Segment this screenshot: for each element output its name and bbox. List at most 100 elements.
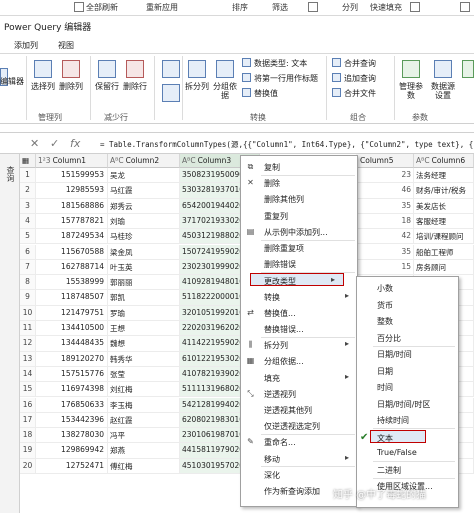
type-option[interactable]: 持续时间 — [357, 413, 458, 426]
merge-files-button[interactable]: 合并文件 — [344, 88, 376, 99]
cell-column2[interactable]: 叶玉英 — [108, 259, 180, 276]
cell-column2[interactable]: 李玉梅 — [108, 397, 180, 413]
cell-column1[interactable]: 134410500 — [36, 321, 108, 337]
cell-column5[interactable]: 18 — [356, 213, 414, 230]
cell-column2[interactable]: 马红霞 — [108, 183, 180, 199]
context-menu-item[interactable]: 仅逆透视选定列 — [241, 419, 357, 432]
row-number[interactable]: 1 — [20, 168, 36, 184]
type-option[interactable]: 整数 — [357, 314, 458, 327]
cell-column1[interactable]: 189120270 — [36, 351, 108, 367]
cell-column5[interactable]: 42 — [356, 229, 414, 245]
cell-column1[interactable]: 121479751 — [36, 305, 108, 321]
cell-column1[interactable]: 157787821 — [36, 213, 108, 230]
row-number[interactable]: 11 — [20, 321, 36, 337]
row-number[interactable]: 5 — [20, 229, 36, 245]
row-number[interactable]: 20 — [20, 458, 36, 474]
cell-column5[interactable]: 15 — [356, 259, 414, 276]
replace-values-button[interactable]: 替换值 — [254, 88, 278, 99]
type-option[interactable]: 百分比 — [357, 331, 458, 344]
row-number[interactable]: 18 — [20, 428, 36, 444]
cell-column2[interactable]: 魏想 — [108, 336, 180, 352]
type-option[interactable]: 货币 — [357, 298, 458, 311]
cell-column1[interactable]: 187249534 — [36, 229, 108, 245]
column-header-1[interactable]: 1²3 Column1 — [36, 154, 108, 168]
choose-columns-button[interactable]: 选择列 — [30, 82, 56, 91]
cell-column1[interactable]: 181568886 — [36, 198, 108, 214]
row-number[interactable]: 9 — [20, 290, 36, 306]
cell-column5[interactable]: 35 — [356, 244, 414, 260]
type-option[interactable]: True/False — [357, 446, 458, 459]
cell-column6[interactable]: 客服经理 — [414, 213, 474, 230]
remove-rows-button[interactable]: 删除行 — [122, 82, 148, 91]
cell-column2[interactable]: 刘瑜 — [108, 213, 180, 230]
type-option[interactable]: 日期 — [357, 364, 458, 377]
sort-button[interactable]: 排序 — [232, 2, 248, 13]
cell-column2[interactable]: 吴龙 — [108, 168, 180, 184]
row-number[interactable]: 6 — [20, 244, 36, 260]
cell-column2[interactable]: 张莹 — [108, 366, 180, 383]
cell-column2[interactable]: 梁金凤 — [108, 244, 180, 260]
cell-column6[interactable]: 培训/课程顾问 — [414, 229, 474, 245]
row-number[interactable]: 17 — [20, 412, 36, 429]
formula-text[interactable]: = Table.TransformColumnTypes(源,{{"Column… — [100, 139, 474, 150]
editor-button[interactable]: 编辑器 — [0, 76, 24, 87]
cell-column2[interactable]: 傅红梅 — [108, 458, 180, 474]
cell-column1[interactable]: 15538999 — [36, 275, 108, 291]
cell-column1[interactable]: 129869942 — [36, 443, 108, 459]
context-menu-item[interactable]: 删除错误 — [241, 257, 357, 270]
context-menu-item[interactable]: ✎ 重命名... — [241, 435, 357, 448]
column-header-2[interactable]: AᴮC Column2 — [108, 154, 180, 168]
cell-column1[interactable]: 138278030 — [36, 428, 108, 444]
cell-column2[interactable]: 王想 — [108, 321, 180, 337]
remove-columns-button[interactable]: 删除列 — [58, 82, 84, 91]
context-menu-item[interactable]: 填充 ▸ — [241, 371, 357, 384]
row-number[interactable]: 16 — [20, 397, 36, 413]
manage-params-button[interactable]: 管理参数 — [398, 82, 424, 100]
cell-column6[interactable]: 法务经理 — [414, 168, 474, 184]
cell-column6[interactable]: 财务/审计/税务 — [414, 183, 474, 199]
merge-queries-button[interactable]: 合并查询 — [344, 58, 376, 69]
cell-column1[interactable]: 12752471 — [36, 458, 108, 474]
row-number[interactable]: 2 — [20, 183, 36, 199]
row-number[interactable]: 3 — [20, 198, 36, 214]
context-menu-item[interactable]: 更改类型 ▸ — [250, 273, 344, 287]
cell-column1[interactable]: 134448435 — [36, 336, 108, 352]
first-row-header-button[interactable]: 将第一行用作标题 — [254, 73, 318, 84]
context-menu-item[interactable]: ⤡ 逆透视列 — [241, 387, 357, 400]
context-menu-item[interactable]: 删除其他列 — [241, 192, 357, 205]
column-header-6[interactable]: AᴮC Column6 — [414, 154, 474, 168]
type-option[interactable]: 日期/时间 — [357, 347, 458, 360]
fx-icon[interactable]: fx — [70, 137, 80, 150]
cell-column5[interactable]: 35 — [356, 198, 414, 214]
cell-column1[interactable]: 118748507 — [36, 290, 108, 306]
context-menu-item[interactable]: 重复列 — [241, 209, 357, 222]
cell-column2[interactable]: 冯平 — [108, 428, 180, 444]
cell-column1[interactable]: 157515776 — [36, 366, 108, 383]
row-number[interactable]: 12 — [20, 336, 36, 352]
cell-column2[interactable]: 郭丽丽 — [108, 275, 180, 291]
column-header-5[interactable]: Column5 — [356, 154, 414, 168]
context-menu-item[interactable]: 移动 ▸ — [241, 452, 357, 465]
row-number[interactable]: 8 — [20, 275, 36, 291]
flash-fill-button[interactable]: 快速填充 — [370, 2, 402, 13]
cell-column2[interactable]: 刘红梅 — [108, 382, 180, 398]
cell-column2[interactable]: 罗瑜 — [108, 305, 180, 321]
context-menu-item[interactable]: ▤ 从示例中添加列... — [241, 225, 357, 238]
type-option[interactable]: 时间 — [357, 380, 458, 393]
row-number[interactable]: 7 — [20, 259, 36, 276]
cell-column2[interactable]: 郑燕 — [108, 443, 180, 459]
cell-column2[interactable]: 郭凯 — [108, 290, 180, 306]
context-menu-item[interactable]: ⫼ 拆分列 ▸ — [241, 338, 357, 351]
cell-column2[interactable]: 马桂珍 — [108, 229, 180, 245]
cell-column1[interactable]: 116974398 — [36, 382, 108, 398]
context-menu-item[interactable]: ⇄ 替换值... — [241, 306, 357, 319]
refresh-all-button[interactable]: 全部刷新 — [86, 2, 118, 13]
row-number[interactable]: 10 — [20, 305, 36, 321]
cancel-formula-icon[interactable]: ✕ — [30, 137, 39, 150]
data-source-settings-button[interactable]: 数据源设置 — [428, 82, 458, 100]
cell-column1[interactable]: 115670588 — [36, 244, 108, 260]
cell-column1[interactable]: 151599953 — [36, 168, 108, 184]
cell-column1[interactable]: 153442396 — [36, 412, 108, 429]
cell-column1[interactable]: 176850633 — [36, 397, 108, 413]
queries-pane-collapsed[interactable]: 查询 — [0, 154, 20, 513]
